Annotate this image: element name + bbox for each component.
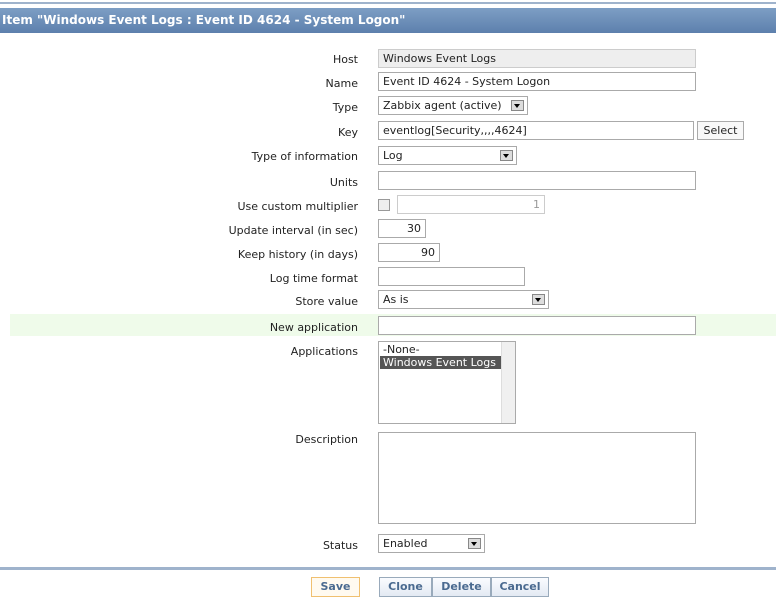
save-button[interactable]: Save bbox=[311, 577, 360, 597]
applications-listbox[interactable]: -None- Windows Event Logs bbox=[378, 341, 516, 424]
host-label: Host bbox=[332, 53, 358, 66]
description-label: Description bbox=[295, 433, 358, 446]
store-select[interactable]: As is bbox=[378, 290, 549, 309]
delete-button[interactable]: Delete bbox=[432, 577, 491, 597]
host-field: Windows Event Logs bbox=[378, 49, 696, 68]
units-input[interactable] bbox=[378, 171, 696, 190]
status-value: Enabled bbox=[383, 537, 428, 550]
scrollbar[interactable] bbox=[501, 342, 515, 423]
chevron-down-icon bbox=[500, 150, 513, 161]
key-input[interactable]: eventlog[Security,,,,4624] bbox=[378, 121, 694, 140]
multiplier-label: Use custom multiplier bbox=[237, 200, 358, 213]
list-item[interactable]: Windows Event Logs bbox=[380, 356, 501, 369]
cancel-button[interactable]: Cancel bbox=[491, 577, 549, 597]
chevron-down-icon bbox=[532, 294, 545, 305]
name-label: Name bbox=[325, 77, 358, 90]
new-app-input[interactable] bbox=[378, 316, 696, 335]
log-time-input[interactable] bbox=[378, 267, 525, 286]
units-label: Units bbox=[329, 176, 358, 189]
description-textarea[interactable] bbox=[378, 432, 696, 524]
key-select-button[interactable]: Select bbox=[697, 121, 744, 140]
interval-input[interactable]: 30 bbox=[378, 219, 426, 238]
multiplier-input: 1 bbox=[397, 195, 545, 214]
applications-label: Applications bbox=[290, 345, 358, 358]
history-input[interactable]: 90 bbox=[378, 243, 440, 262]
type-info-select[interactable]: Log bbox=[378, 146, 517, 165]
multiplier-checkbox[interactable] bbox=[378, 199, 390, 211]
store-label: Store value bbox=[295, 295, 358, 308]
status-label: Status bbox=[322, 539, 358, 552]
type-value: Zabbix agent (active) bbox=[383, 99, 502, 112]
status-select[interactable]: Enabled bbox=[378, 534, 485, 553]
store-value: As is bbox=[383, 293, 409, 306]
type-select[interactable]: Zabbix agent (active) bbox=[378, 96, 528, 115]
interval-label: Update interval (in sec) bbox=[228, 224, 358, 237]
type-info-label: Type of information bbox=[251, 150, 358, 163]
history-label: Keep history (in days) bbox=[237, 248, 358, 261]
name-input[interactable]: Event ID 4624 - System Logon bbox=[378, 72, 696, 91]
chevron-down-icon bbox=[468, 538, 481, 549]
list-item[interactable]: -None- bbox=[380, 343, 514, 356]
form-title: Item "Windows Event Logs : Event ID 4624… bbox=[0, 8, 776, 33]
divider bbox=[0, 2, 776, 4]
clone-button[interactable]: Clone bbox=[379, 577, 432, 597]
key-label: Key bbox=[338, 126, 358, 139]
chevron-down-icon bbox=[511, 100, 524, 111]
new-app-label: New application bbox=[269, 321, 358, 334]
type-info-value: Log bbox=[383, 149, 403, 162]
type-label: Type bbox=[332, 101, 358, 114]
divider bbox=[0, 567, 776, 570]
log-time-label: Log time format bbox=[269, 272, 358, 285]
